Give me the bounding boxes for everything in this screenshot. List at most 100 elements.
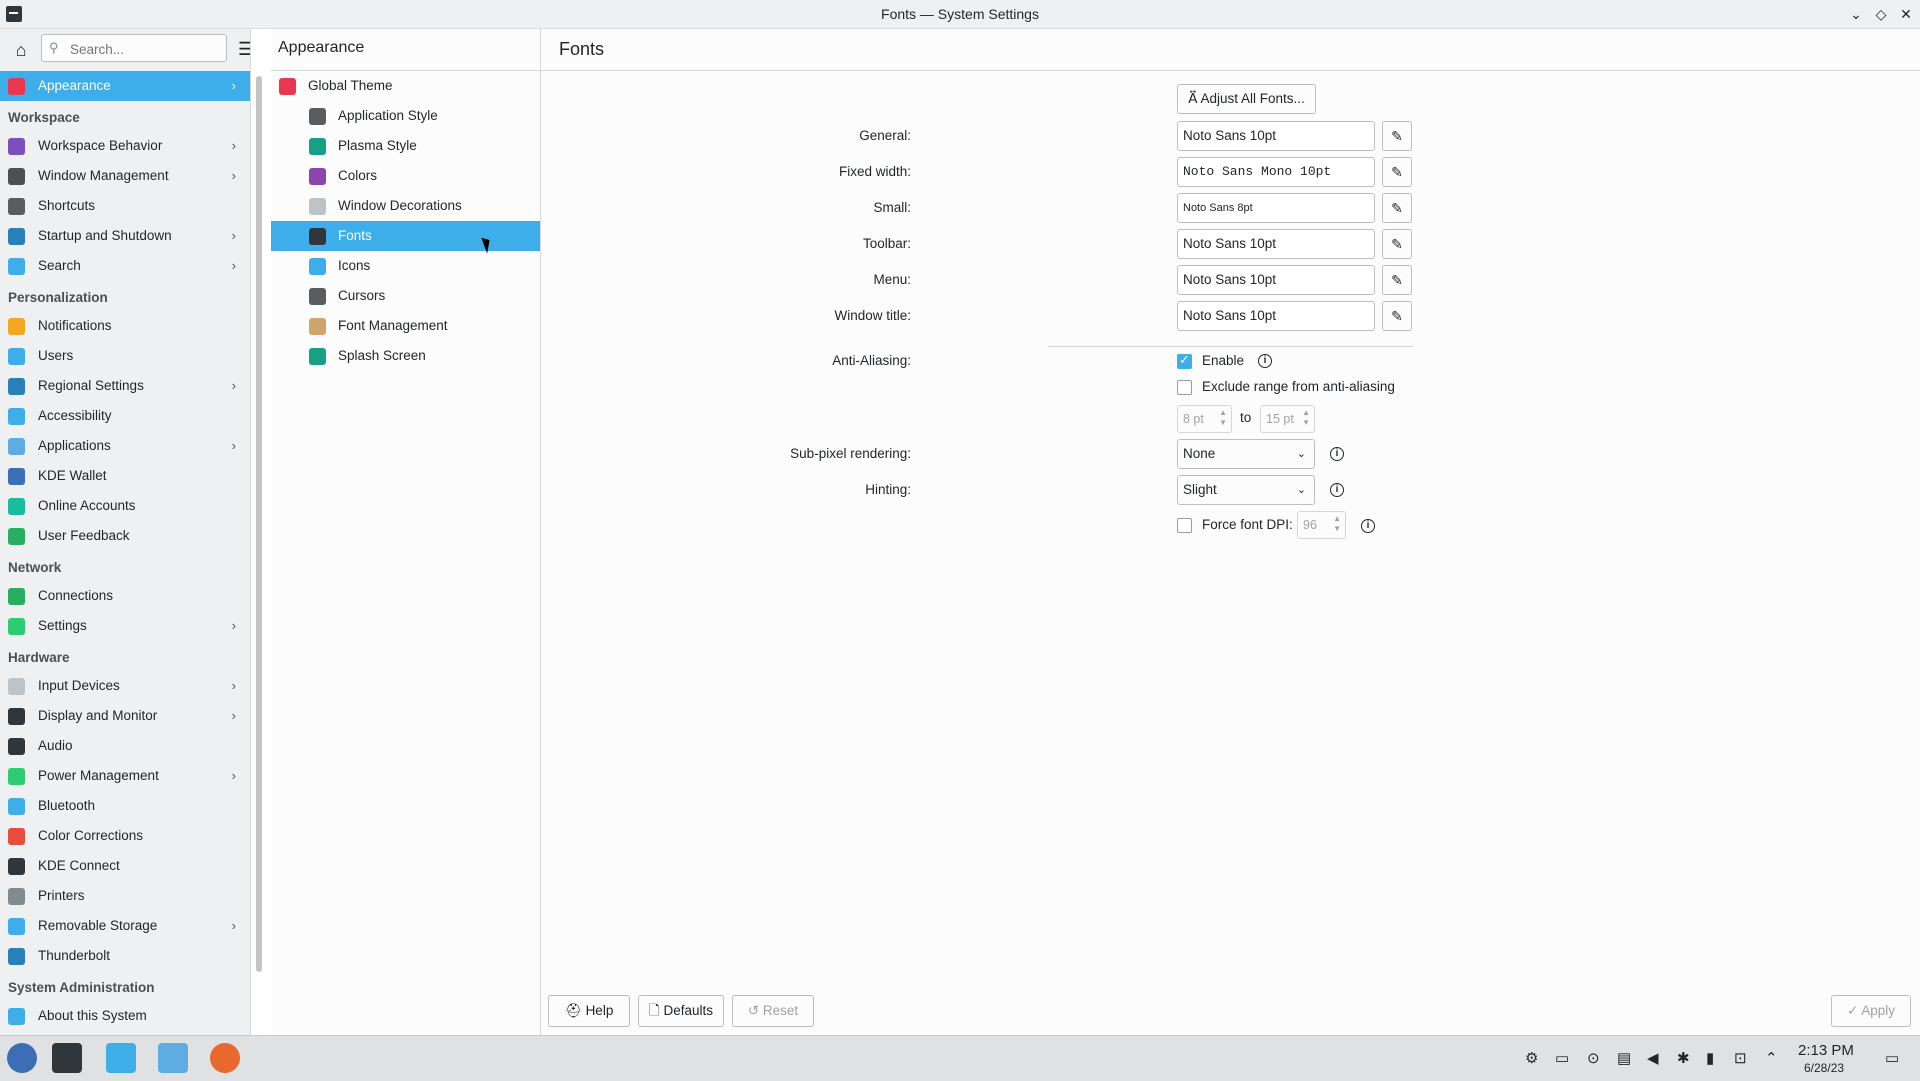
help-button[interactable]: ⛑ Help (548, 995, 630, 1027)
subcategory-item-icons[interactable]: Icons (271, 251, 540, 281)
font-value-field[interactable]: Noto Sans 10pt (1177, 265, 1375, 295)
maximize-button[interactable]: ◇ (1871, 4, 1891, 24)
force-dpi-info-icon[interactable]: i (1361, 519, 1375, 533)
subcategory-item-splash-screen[interactable]: Splash Screen (271, 341, 540, 371)
subcategory-item-colors[interactable]: Colors (271, 161, 540, 191)
subpixel-info-icon[interactable]: i (1330, 447, 1344, 461)
firefox-icon[interactable] (210, 1043, 240, 1073)
sidebar-item-removable-storage[interactable]: Removable Storage › (0, 911, 250, 941)
kde-connect-tray-icon[interactable]: ⚙ (1525, 1049, 1538, 1067)
font-value-field[interactable]: Noto Sans 8pt (1177, 193, 1375, 223)
sidebar-item-startup-and-shutdown[interactable]: Startup and Shutdown › (0, 221, 250, 251)
expand-tray-icon[interactable]: ⌃ (1765, 1049, 1778, 1067)
show-desktop-icon[interactable]: ▭ (1885, 1049, 1899, 1067)
sidebar-item-audio[interactable]: Audio (0, 731, 250, 761)
subcategory-item-global-theme[interactable]: Global Theme (271, 71, 540, 101)
sidebar-item-appearance[interactable]: Appearance › (0, 71, 250, 101)
subcategory-item-application-style[interactable]: Application Style (271, 101, 540, 131)
sidebar-item-label: Settings (38, 618, 87, 633)
force-dpi-spinbox[interactable]: 96 ▲ ▼ (1297, 511, 1346, 539)
sidebar-item-label: Bluetooth (38, 798, 96, 813)
apply-button[interactable]: ✓ Apply (1831, 995, 1911, 1027)
edit-font-pencil-icon[interactable]: ✎ (1382, 121, 1412, 151)
exclude-to-spinbox[interactable]: 15 pt ▲ ▼ (1260, 405, 1315, 433)
sidebar-item-thunderbolt[interactable]: Thunderbolt (0, 941, 250, 971)
discover-store-icon[interactable] (106, 1043, 136, 1073)
reset-button[interactable]: ↺ Reset (732, 995, 814, 1027)
system-settings-task-icon[interactable] (52, 1043, 82, 1073)
font-label: Toolbar: (862, 236, 911, 251)
battery-tray-icon[interactable]: ▮ (1706, 1049, 1714, 1067)
sidebar-item-regional-settings[interactable]: Regional Settings › (0, 371, 250, 401)
subcategory-item-window-decorations[interactable]: Window Decorations (271, 191, 540, 221)
edit-font-pencil-icon[interactable]: ✎ (1382, 157, 1412, 187)
font-value-field[interactable]: Noto Sans 10pt (1177, 229, 1375, 259)
sidebar-item-about-this-system[interactable]: About this System (0, 1001, 250, 1031)
clipboard-tray-icon[interactable]: ▤ (1617, 1049, 1631, 1067)
updates-tray-icon[interactable]: ⊙ (1587, 1049, 1600, 1067)
sidebar-item-accessibility[interactable]: Accessibility (0, 401, 250, 431)
anti-aliasing-enable-checkbox[interactable] (1177, 352, 1192, 369)
sidebar-item-applications[interactable]: Applications › (0, 431, 250, 461)
close-button[interactable]: ✕ (1896, 4, 1916, 24)
sidebar-item-settings[interactable]: Settings › (0, 611, 250, 641)
sidebar-item-kde-connect[interactable]: KDE Connect (0, 851, 250, 881)
minimize-button[interactable]: ⌄ (1846, 4, 1866, 24)
sidebar-item-power-management[interactable]: Power Management › (0, 761, 250, 791)
edit-font-pencil-icon[interactable]: ✎ (1382, 193, 1412, 223)
exclude-range-checkbox[interactable] (1177, 380, 1192, 395)
search-input[interactable] (68, 38, 222, 60)
hinting-info-icon[interactable]: i (1330, 483, 1344, 497)
sidebar-item-display-and-monitor[interactable]: Display and Monitor › (0, 701, 250, 731)
edit-font-pencil-icon[interactable]: ✎ (1382, 265, 1412, 295)
search-icon: ⚲ (49, 40, 59, 55)
sidebar-item-kde-wallet[interactable]: KDE Wallet (0, 461, 250, 491)
sidebar-item-input-devices[interactable]: Input Devices › (0, 671, 250, 701)
spin-arrows-icon[interactable]: ▲ ▼ (1302, 408, 1310, 428)
bluetooth-icon (8, 798, 25, 815)
fedora-launcher-icon[interactable] (7, 1043, 37, 1073)
sidebar-item-printers[interactable]: Printers (0, 881, 250, 911)
sidebar-item-color-corrections[interactable]: Color Corrections (0, 821, 250, 851)
drive-tray-icon[interactable]: ▭ (1555, 1049, 1569, 1067)
spin-arrows-icon[interactable]: ▲ ▼ (1219, 408, 1227, 428)
network-tray-icon[interactable]: ⊡ (1734, 1049, 1747, 1067)
sidebar-item-search[interactable]: Search › (0, 251, 250, 281)
sidebar-item-bluetooth[interactable]: Bluetooth (0, 791, 250, 821)
spin-arrows-icon[interactable]: ▲ ▼ (1333, 514, 1341, 534)
edit-font-pencil-icon[interactable]: ✎ (1382, 301, 1412, 331)
defaults-button[interactable]: 🗋 Defaults (638, 995, 724, 1027)
sidebar-item-workspace-behavior[interactable]: Workspace Behavior › (0, 131, 250, 161)
font-value-field[interactable]: Noto Sans 10pt (1177, 121, 1375, 151)
sidebar-item-shortcuts[interactable]: Shortcuts (0, 191, 250, 221)
font-value-field[interactable]: Noto Sans 10pt (1177, 301, 1375, 331)
subcategory-item-plasma-style[interactable]: Plasma Style (271, 131, 540, 161)
sidebar-scrollbar[interactable] (256, 76, 262, 972)
subcategory-item-fonts[interactable]: Fonts (271, 221, 540, 251)
subcategory-item-cursors[interactable]: Cursors (271, 281, 540, 311)
file-manager-icon[interactable] (158, 1043, 188, 1073)
hamburger-menu-icon[interactable]: ☰ (238, 40, 250, 58)
home-button[interactable]: ⌂ (10, 39, 32, 61)
edit-font-pencil-icon[interactable]: ✎ (1382, 229, 1412, 259)
adjust-all-fonts-button[interactable]: A⃡ Adjust All Fonts... (1177, 84, 1316, 114)
sidebar-item-notifications[interactable]: Notifications (0, 311, 250, 341)
subcategory-item-font-management[interactable]: Font Management (271, 311, 540, 341)
volume-tray-icon[interactable]: ◀ (1647, 1049, 1659, 1067)
font-value-field[interactable]: Noto Sans Mono 10pt (1177, 157, 1375, 187)
sidebar-item-connections[interactable]: Connections (0, 581, 250, 611)
hinting-combobox[interactable]: Slight ⌄ (1177, 475, 1315, 505)
anti-aliasing-info-icon[interactable]: i (1258, 354, 1272, 368)
force-dpi-checkbox[interactable] (1177, 518, 1192, 533)
sidebar-item-online-accounts[interactable]: Online Accounts (0, 491, 250, 521)
subpixel-combobox[interactable]: None ⌄ (1177, 439, 1315, 469)
clock-date[interactable]: 6/28/23 (1804, 1061, 1844, 1075)
bluetooth-tray-icon[interactable]: ✱ (1677, 1049, 1690, 1067)
chevron-right-icon: › (231, 918, 236, 933)
sidebar-item-window-management[interactable]: Window Management › (0, 161, 250, 191)
exclude-from-spinbox[interactable]: 8 pt ▲ ▼ (1177, 405, 1232, 433)
sidebar-item-users[interactable]: Users (0, 341, 250, 371)
sidebar-item-user-feedback[interactable]: User Feedback (0, 521, 250, 551)
clock-time[interactable]: 2:13 PM (1798, 1042, 1854, 1059)
search-box[interactable]: ⚲ (41, 34, 227, 62)
